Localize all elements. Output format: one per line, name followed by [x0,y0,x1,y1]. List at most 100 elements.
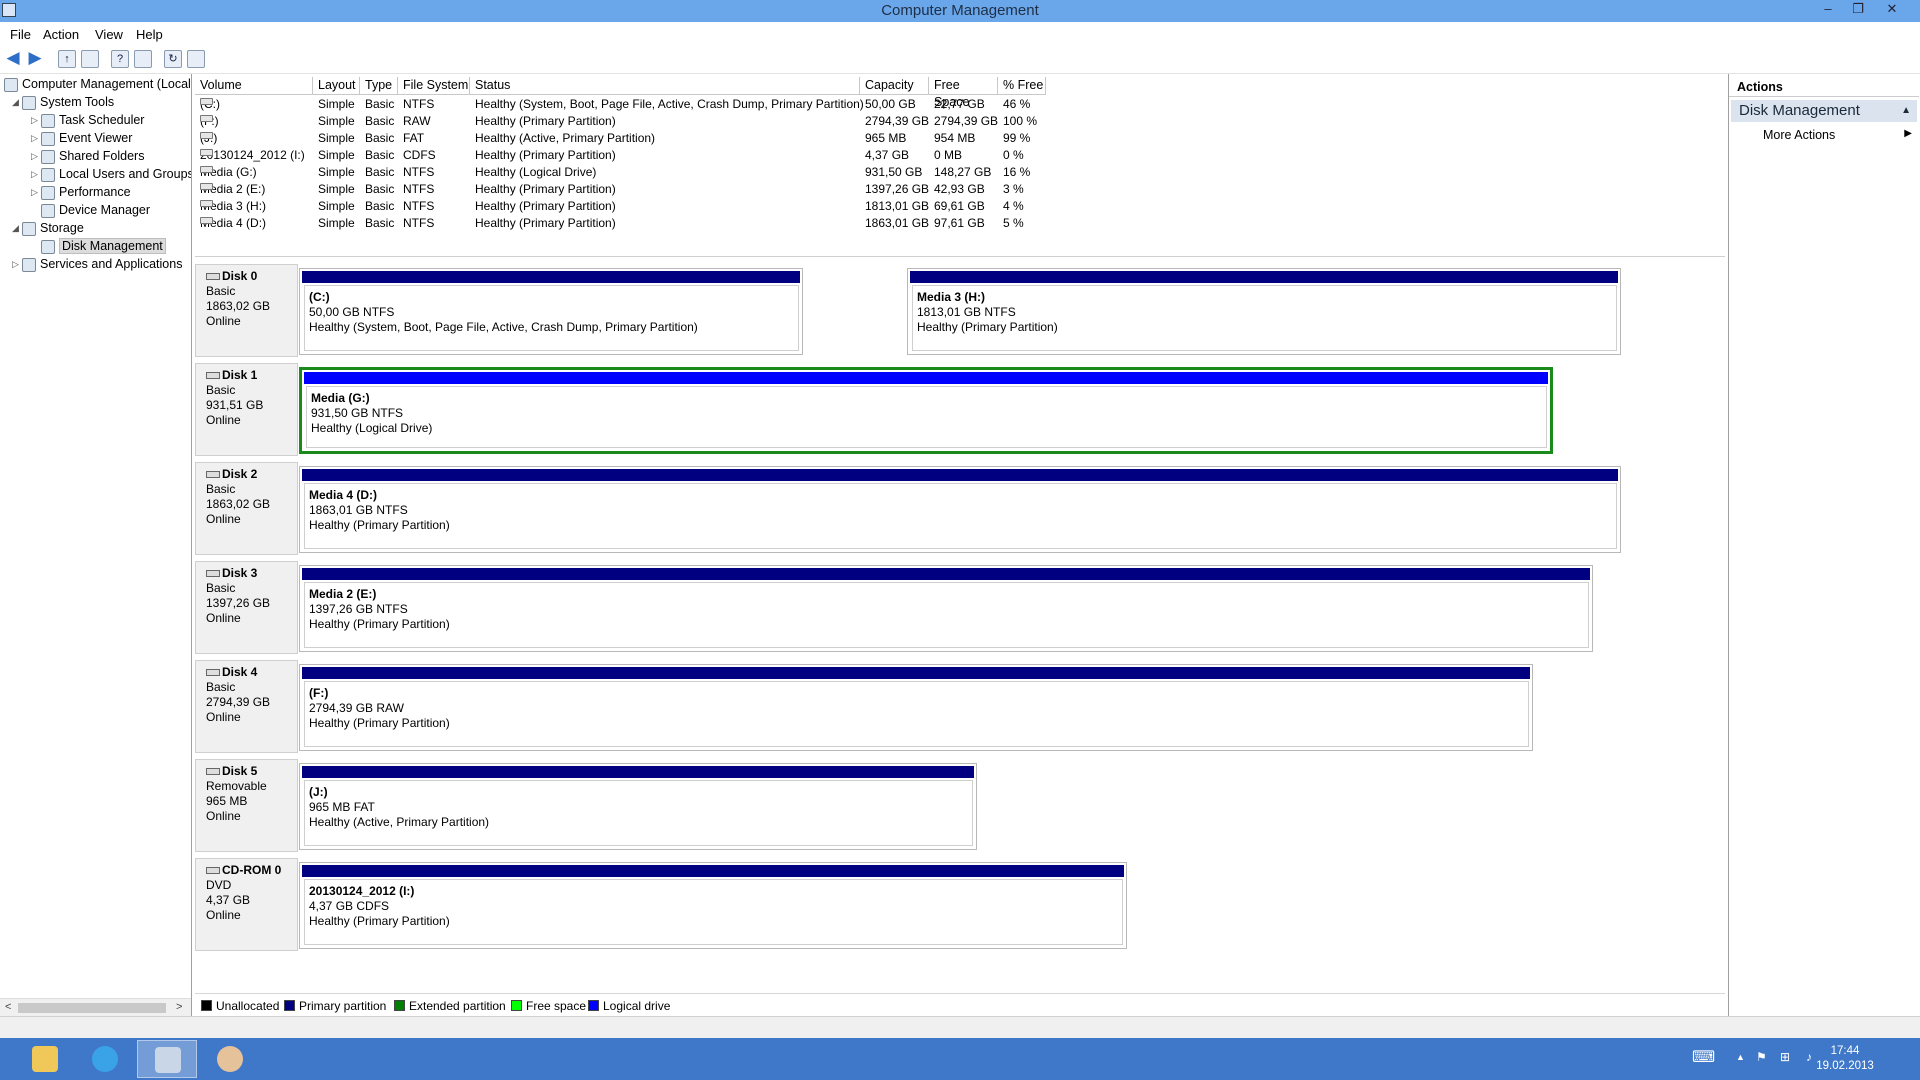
taskbar-paint[interactable] [200,1040,260,1078]
menu-file[interactable]: File [10,27,31,42]
column-header-type[interactable]: Type [360,77,398,95]
volume-cell: 2794,39 GB [934,114,998,128]
tree-root[interactable]: Computer Management (Local [4,77,191,95]
volume-row[interactable]: Media 3 (H:) Simple Basic NTFS Healthy (Prim… [195,198,1725,215]
properties-icon[interactable] [134,50,152,68]
keyboard-icon[interactable]: ⌨ [1692,1047,1715,1067]
partition-block[interactable]: Media 4 (D:) 1863,01 GB NTFS Healthy (Prim… [299,466,1621,553]
menu-action[interactable]: Action [43,27,79,42]
volume-cell: NTFS [403,216,434,230]
volume-row[interactable]: 20130124_2012 (I:) Simple Basic CDFS Healthy… [195,147,1725,164]
disk-info[interactable]: Disk 4 Basic 2794,39 GB Online [195,660,298,753]
expand-toggle-icon[interactable]: ▷ [31,151,41,162]
column-header-layout[interactable]: Layout [313,77,360,95]
legend-label: Free space [526,999,587,1013]
partition-type-bar [302,766,974,778]
tree-horizontal-scrollbar[interactable]: < > [0,998,191,1016]
expand-toggle-icon[interactable]: ▷ [31,133,41,144]
tree-device-manager[interactable]: Device Manager [41,203,150,221]
taskbar-file-explorer[interactable] [15,1040,75,1078]
tree-performance[interactable]: ▷ Performance [31,185,131,203]
volume-row[interactable]: (C:) Simple Basic NTFS Healthy (System, Boot… [195,96,1725,113]
network-icon[interactable]: ⊞ [1780,1050,1790,1064]
show-hidden-icons-icon[interactable]: ▲ [1736,1052,1745,1062]
expand-toggle-icon[interactable]: ◢ [12,223,22,234]
partition-block[interactable]: Media 3 (H:) 1813,01 GB NTFS Healthy (Prim… [907,268,1621,355]
expand-toggle-icon[interactable]: ▷ [31,169,41,180]
minimize-button[interactable]: – [1816,0,1840,20]
tree-local-users[interactable]: ▷ Local Users and Groups [31,167,191,185]
disk-state: Online [206,314,297,329]
volume-cell-text: Healthy (Logical Drive) [475,165,597,179]
scroll-thumb[interactable] [18,1003,166,1013]
taskbar-computer-management[interactable] [137,1040,197,1078]
volume-row[interactable]: Media 2 (E:) Simple Basic NTFS Healthy (Prim… [195,181,1725,198]
volume-cell: 4 % [1003,199,1024,213]
expand-toggle-icon[interactable]: ▷ [31,187,41,198]
volume-row[interactable]: Media (G:) Simple Basic NTFS Healthy (Logica… [195,164,1725,181]
disk-info[interactable]: Disk 0 Basic 1863,02 GB Online [195,264,298,357]
submenu-arrow-icon[interactable]: ▶ [1904,128,1912,139]
tree-storage[interactable]: ◢ Storage [12,221,84,239]
partition-block[interactable]: (J:) 965 MB FAT Healthy (Active, Primary P… [299,763,977,850]
scroll-left-icon[interactable]: < [5,1001,11,1013]
column-header-volume[interactable]: Volume [195,77,313,95]
disk-info[interactable]: Disk 3 Basic 1397,26 GB Online [195,561,298,654]
menu-view[interactable]: View [95,27,123,42]
volume-list-header: Volume Layout Type File System Status Ca… [195,77,1725,109]
column-header-capacity[interactable]: Capacity [860,77,929,95]
restore-button[interactable]: ❐ [1846,0,1870,20]
clock-icon [41,113,55,128]
tree-event-viewer[interactable]: ▷ Event Viewer [31,131,132,149]
partition-block[interactable]: Media (G:) 931,50 GB NTFS Healthy (Logical… [299,367,1553,454]
more-actions-link[interactable]: More Actions [1763,128,1835,142]
up-folder-icon[interactable]: ↑ [58,50,76,68]
column-header-percent-free[interactable]: % Free [998,77,1046,95]
partition-block[interactable]: 20130124_2012 (I:) 4,37 GB CDFS Healthy (P… [299,862,1127,949]
expand-toggle-icon[interactable]: ▷ [31,115,41,126]
scroll-right-icon[interactable]: > [176,1001,182,1013]
actions-section-disk-management[interactable]: Disk Management ▲ [1731,100,1917,122]
clock[interactable]: 17:44 19.02.2013 [1810,1044,1880,1074]
help-icon[interactable]: ? [111,50,129,68]
show-hide-tree-icon[interactable] [81,50,99,68]
column-header-status[interactable]: Status [470,77,860,95]
partition-type-bar [302,667,1530,679]
column-header-free-space[interactable]: Free Space [929,77,998,109]
volume-row[interactable]: (F:) Simple Basic RAW Healthy (Primary Parti… [195,113,1725,130]
expand-toggle-icon[interactable]: ◢ [12,97,22,108]
disk-info[interactable]: Disk 1 Basic 931,51 GB Online [195,363,298,456]
volume-cell-text: Basic [365,97,395,111]
taskbar-internet-explorer[interactable] [75,1040,135,1078]
volume-row[interactable]: (J:) Simple Basic FAT Healthy (Active, Prima… [195,130,1725,147]
partition-type-bar [302,469,1618,481]
disk-name: Disk 4 [206,665,297,680]
collapse-icon[interactable]: ▲ [1901,100,1911,122]
tree-services[interactable]: ▷ Services and Applications [12,257,182,275]
partition-block[interactable]: Media 2 (E:) 1397,26 GB NTFS Healthy (Prim… [299,565,1593,652]
refresh-icon[interactable]: ↻ [164,50,182,68]
settings-icon[interactable] [187,50,205,68]
menu-help[interactable]: Help [136,27,163,42]
volume-cell-text: Healthy (Primary Partition) [475,148,616,162]
disk-info[interactable]: Disk 2 Basic 1863,02 GB Online [195,462,298,555]
tree-disk-management[interactable]: Disk Management [41,238,166,257]
close-button[interactable]: ✕ [1880,0,1904,20]
volume-cell-text: Basic [365,131,395,145]
partition-block[interactable]: (C:) 50,00 GB NTFS Healthy (System, Boot, … [299,268,803,355]
partition-block[interactable]: (F:) 2794,39 GB RAW Healthy (Primary Parti… [299,664,1533,751]
volume-cell-text: 954 MB [934,131,976,145]
back-arrow-icon[interactable]: ◀ [4,49,22,68]
column-header-file-system[interactable]: File System [398,77,470,95]
tree-task-scheduler[interactable]: ▷ Task Scheduler [31,113,144,131]
tree-shared-folders[interactable]: ▷ Shared Folders [31,149,144,167]
forward-arrow-icon[interactable]: ▶ [26,49,44,68]
volume-row[interactable]: Media 4 (D:) Simple Basic NTFS Healthy (Prim… [195,215,1725,232]
volume-cell: 1863,01 GB [865,216,929,230]
expand-toggle-icon[interactable]: ▷ [12,259,22,270]
disk-drive-icon [206,570,220,578]
flag-icon[interactable]: ⚑ [1756,1050,1767,1064]
tree-system-tools[interactable]: ◢ System Tools [12,95,114,113]
disk-info[interactable]: CD-ROM 0 DVD 4,37 GB Online [195,858,298,951]
disk-info[interactable]: Disk 5 Removable 965 MB Online [195,759,298,852]
